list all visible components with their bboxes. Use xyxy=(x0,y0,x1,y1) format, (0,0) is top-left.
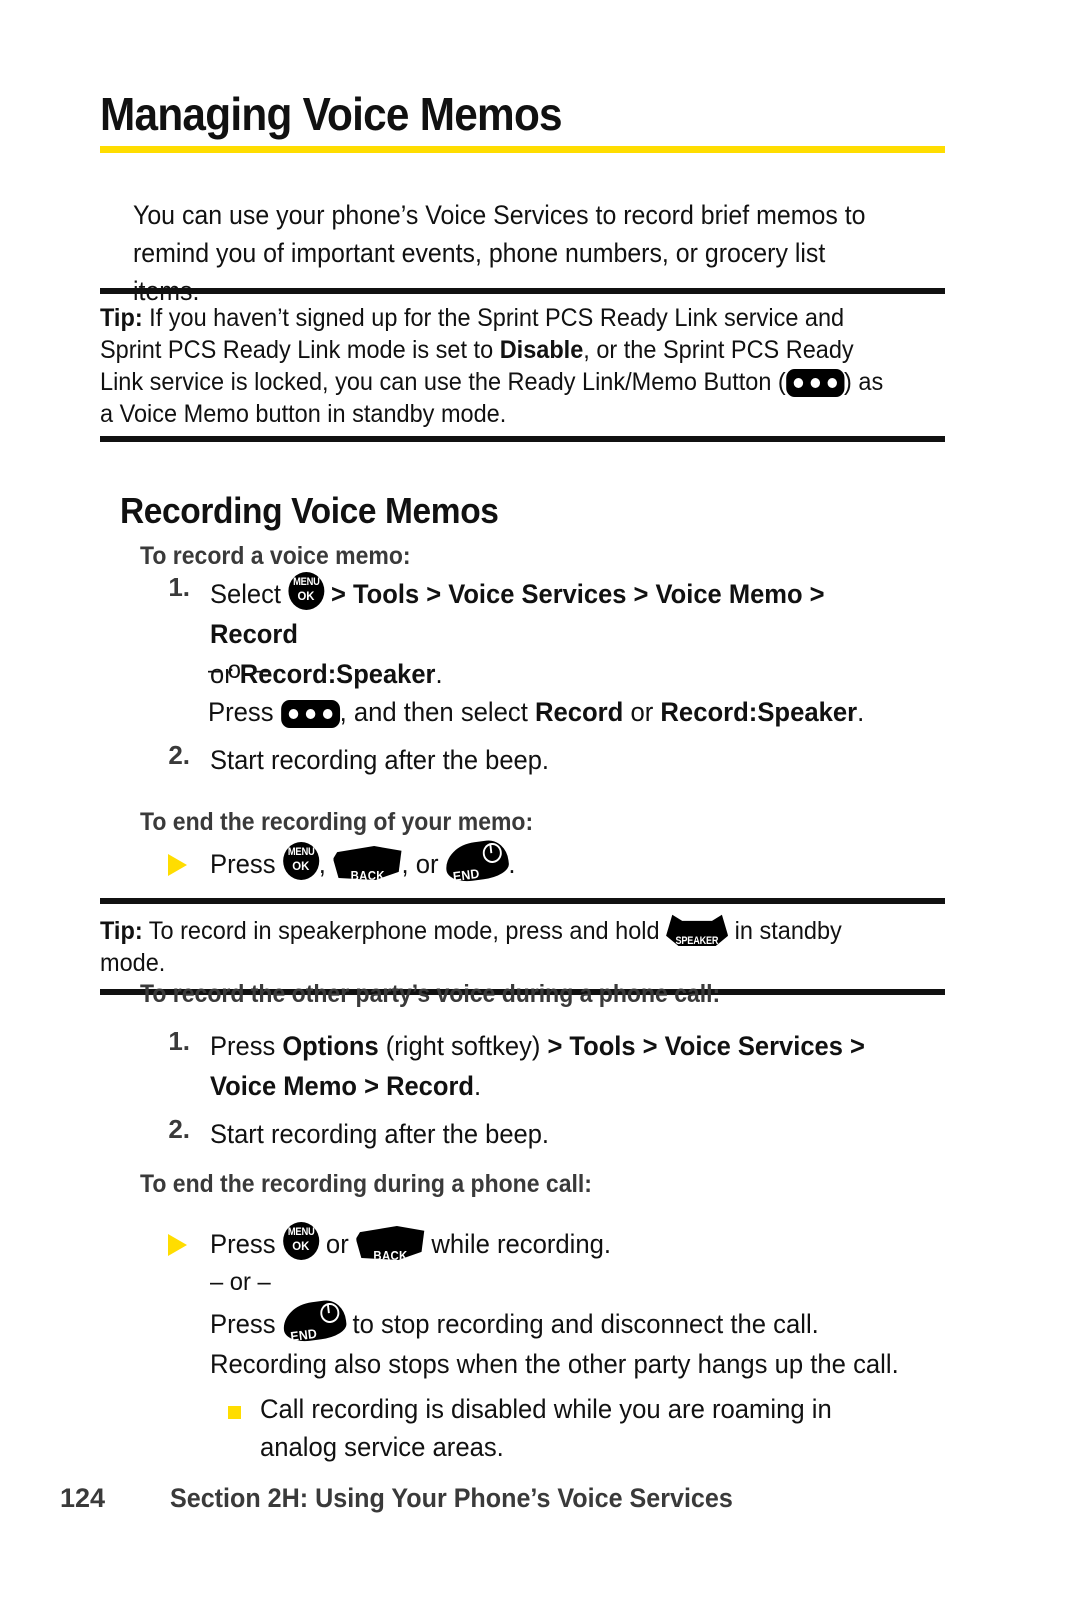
end-memo-sep-2: , or xyxy=(401,849,446,879)
step-number: 2. xyxy=(168,1114,190,1144)
tip-part-1: To record in speakerphone mode, press an… xyxy=(142,917,667,945)
section-heading-recording: Recording Voice Memos xyxy=(120,490,499,531)
subheading-record-voice-memo: To record a voice memo: xyxy=(140,542,411,570)
end-call-joiner: or xyxy=(318,1229,356,1259)
menu-ok-key-icon: MENU OK xyxy=(282,1222,319,1260)
or-divider-1: – or – xyxy=(208,656,269,684)
power-symbol-icon xyxy=(318,1301,340,1325)
subheading-end-recording-call: To end the recording during a phone call… xyxy=(140,1170,592,1198)
end-press-line: Press END to stop recording and disconne… xyxy=(210,1298,932,1344)
intro-line-1: You can use your phone’s Voice Services … xyxy=(133,200,866,230)
end-call-pre: Press xyxy=(210,1229,283,1259)
end-memo-pre: Press xyxy=(210,849,283,879)
step-1-call: 1. Press Options (right softkey) > Tools… xyxy=(148,1026,958,1106)
step-number: 2. xyxy=(168,740,190,770)
manual-page: Managing Voice Memos You can use your ph… xyxy=(0,0,1080,1620)
tip-rule-bottom xyxy=(100,436,945,442)
bullet-body: Press MENU OK, BACK, or END. xyxy=(210,838,911,884)
step-body: Start recording after the beep. xyxy=(210,745,549,775)
step-line2-post: . xyxy=(435,659,443,689)
triangle-bullet-icon xyxy=(168,854,187,876)
alt-press-joiner: or xyxy=(623,697,661,727)
bullet-line-1: Call recording is disabled while you are… xyxy=(260,1394,832,1424)
call-step1-mid: (right softkey) xyxy=(378,1031,548,1061)
ready-link-memo-button-icon xyxy=(280,700,340,728)
alt-press-bold-record: Record xyxy=(534,697,624,727)
step-line2-bold: Record:Speaker xyxy=(239,659,436,689)
triangle-bullet-icon xyxy=(168,1234,187,1256)
alt-press-bold-record-speaker: Record:Speaker xyxy=(660,697,858,727)
power-symbol-icon xyxy=(481,841,503,865)
end-key-icon: END xyxy=(280,1298,348,1344)
step-body: Press Options (right softkey) > Tools > … xyxy=(210,1026,917,1106)
tip-label: Tip: xyxy=(100,917,143,945)
step-number: 1. xyxy=(168,572,190,602)
call-step1-pre: Press xyxy=(210,1031,283,1061)
back-key-icon: BACK xyxy=(355,1226,425,1260)
end-key-icon: END xyxy=(443,838,511,884)
footer-page-number: 124 xyxy=(60,1483,106,1513)
alt-press-pre: Press xyxy=(208,697,281,727)
bullet-analog-roaming: Call recording is disabled while you are… xyxy=(228,1390,948,1466)
menu-ok-key-icon: MENU OK xyxy=(282,842,319,880)
end-memo-post: . xyxy=(508,849,516,879)
step-number: 1. xyxy=(168,1026,190,1056)
step-2-record: 2. Start recording after the beep. xyxy=(148,740,948,780)
subheading-record-other-party: To record the other party’s voice during… xyxy=(140,980,721,1008)
speaker-key-icon: SPEAKER xyxy=(666,914,729,946)
tip-text: Tip: To record in speakerphone mode, pre… xyxy=(100,904,894,989)
call-step1-bold-options: Options xyxy=(282,1031,379,1061)
page-title-block: Managing Voice Memos xyxy=(100,88,945,153)
step-text-select: Select xyxy=(210,579,289,609)
end-call-post: while recording. xyxy=(424,1229,612,1259)
alt-press-line: Press , and then select Record or Record… xyxy=(208,692,930,732)
step-2-call: 2. Start recording after the beep. xyxy=(148,1114,948,1154)
tip-text: Tip: If you haven’t signed up for the Sp… xyxy=(100,294,894,436)
page-title: Managing Voice Memos xyxy=(100,88,563,140)
recording-stops-note: Recording also stops when the other part… xyxy=(210,1349,899,1379)
menu-ok-key-icon: MENU OK xyxy=(288,572,324,610)
alt-press-post: . xyxy=(857,697,865,727)
call-step1-line2-bold: Voice Memo > Record xyxy=(210,1071,474,1101)
footer-section-text: Section 2H: Using Your Phone’s Voice Ser… xyxy=(170,1483,733,1513)
square-bullet-icon xyxy=(228,1406,241,1419)
ready-link-memo-button-icon xyxy=(785,369,845,397)
bullet-body: Call recording is disabled while you are… xyxy=(260,1390,914,1466)
subheading-end-recording-memo: To end the recording of your memo: xyxy=(140,808,534,836)
back-key-icon: BACK xyxy=(333,846,402,880)
bullet-end-memo: Press MENU OK, BACK, or END. xyxy=(168,838,948,884)
alt-press-mid: , and then select xyxy=(339,697,535,727)
title-accent-rule xyxy=(100,146,945,153)
bullet-body: Press MENU OK or BACK while recording. xyxy=(210,1222,911,1264)
step-body: Select MENU OK > Tools > Voice Services >… xyxy=(210,572,907,694)
end-press-pre: Press xyxy=(210,1309,283,1339)
call-step1-line2-post: . xyxy=(473,1071,482,1101)
call-step1-nav: > Tools > Voice Services > xyxy=(547,1031,865,1061)
tip-box-ready-link: Tip: If you haven’t signed up for the Sp… xyxy=(100,288,945,442)
or-divider-2: – or – xyxy=(210,1268,271,1296)
step-body: Start recording after the beep. xyxy=(210,1119,549,1149)
bullet-line-2: analog service areas. xyxy=(260,1432,504,1462)
tip-bold-disable: Disable xyxy=(499,336,584,364)
end-press-post: to stop recording and disconnect the cal… xyxy=(345,1309,819,1339)
tip-label: Tip: xyxy=(100,304,143,332)
end-memo-sep-1: , xyxy=(318,849,334,879)
bullet-end-call: Press MENU OK or BACK while recording. xyxy=(168,1222,948,1264)
